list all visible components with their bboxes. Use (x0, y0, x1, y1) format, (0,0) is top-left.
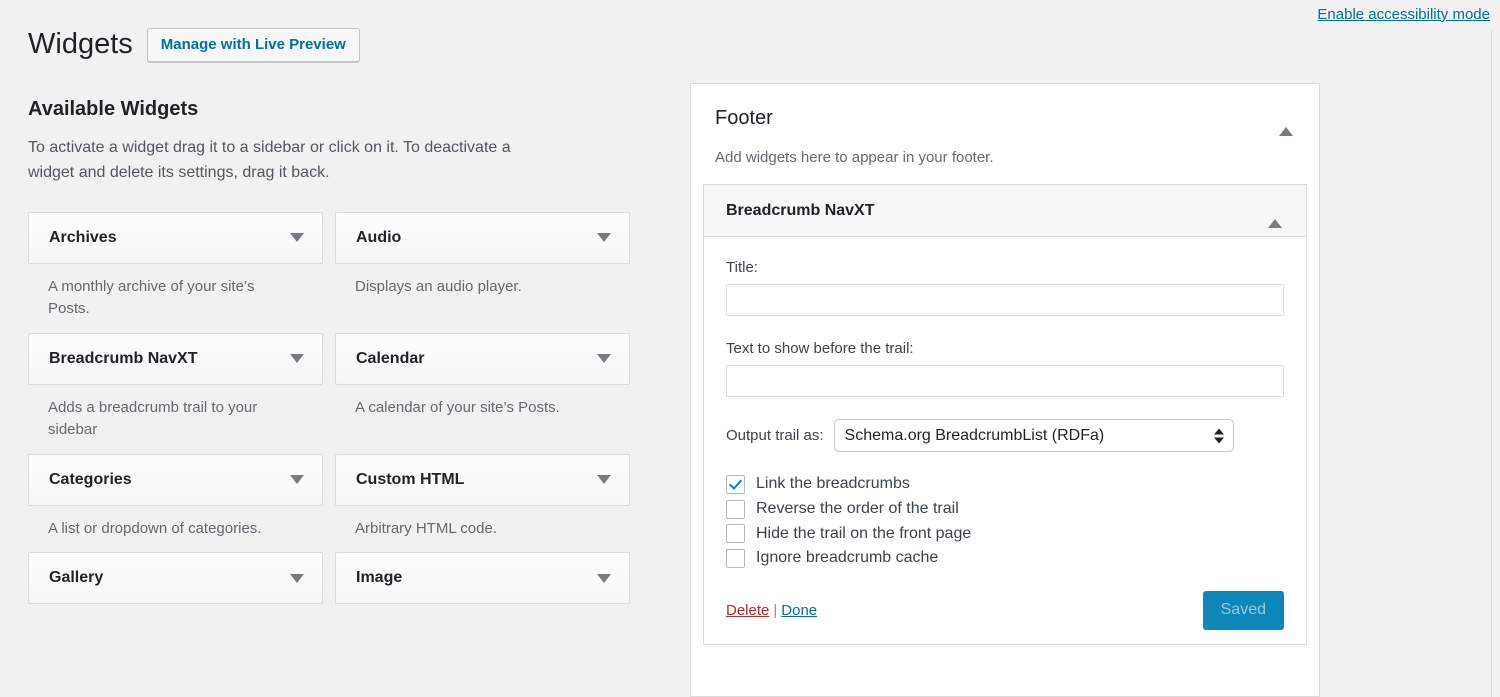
widget-title-categories: Categories (49, 471, 132, 489)
field-prefix: Text to show before the trail: (726, 338, 1284, 397)
field-title: Title: (726, 257, 1284, 316)
action-separator: | (769, 602, 781, 619)
widget-instance-breadcrumb-navxt: Breadcrumb NavXT Title: Text to show bef… (703, 184, 1307, 645)
widget-description-categories: A list or dropdown of categories. (28, 506, 318, 541)
chevron-down-icon[interactable] (597, 475, 611, 484)
chevron-down-icon[interactable] (290, 233, 304, 242)
available-widgets-description: To activate a widget drag it to a sideba… (28, 136, 528, 186)
enable-accessibility-mode-link[interactable]: Enable accessibility mode (1317, 6, 1490, 23)
widget-action-links: Delete|Done (726, 602, 817, 619)
chevron-down-icon[interactable] (597, 354, 611, 363)
chevron-down-icon[interactable] (290, 475, 304, 484)
title-input[interactable] (726, 284, 1284, 316)
sidebar-panel-title: Footer (715, 106, 773, 130)
checkbox-reverse-order[interactable] (726, 500, 745, 519)
field-output-trail: Output trail as: Schema.org BreadcrumbLi… (726, 419, 1284, 452)
field-title-label: Title: (726, 257, 1284, 278)
page-title: Widgets (28, 26, 133, 64)
available-widgets-heading: Available Widgets (28, 96, 648, 122)
checkbox-label-hide-front-page[interactable]: Hide the trail on the front page (756, 524, 971, 545)
sidebar-panel-header[interactable]: Footer (691, 84, 1319, 132)
chevron-down-icon[interactable] (290, 354, 304, 363)
checkbox-row-ignore-cache: Ignore breadcrumb cache (726, 548, 1284, 569)
field-prefix-label: Text to show before the trail: (726, 338, 1284, 359)
widget-handle-audio[interactable]: Audio (335, 212, 630, 264)
widget-description-archives: A monthly archive of your site’s Posts. (28, 264, 318, 321)
widget-handle-categories[interactable]: Categories (28, 454, 323, 506)
page-header: Widgets Manage with Live Preview (28, 26, 360, 64)
field-output-trail-label: Output trail as: (726, 427, 824, 444)
checkbox-link-breadcrumbs[interactable] (726, 475, 745, 494)
widget-title-custom-html: Custom HTML (356, 471, 464, 489)
widget-instance-body: Title: Text to show before the trail: Ou… (704, 237, 1306, 644)
accessibility-mode-wrap: Enable accessibility mode (1317, 6, 1490, 24)
widget-description-custom-html: Arbitrary HTML code. (335, 506, 625, 541)
widget-title-audio: Audio (356, 229, 401, 247)
sidebar-collapse-toggle[interactable] (1277, 106, 1295, 132)
widget-handle-gallery[interactable]: Gallery (28, 552, 323, 604)
sidebar-panel-footer: Footer Add widgets here to appear in you… (690, 83, 1320, 697)
widget-title-calendar: Calendar (356, 350, 424, 368)
chevron-up-icon (1268, 202, 1282, 228)
delete-widget-link[interactable]: Delete (726, 602, 769, 619)
widget-instance-title: Breadcrumb NavXT (726, 202, 875, 220)
widget-instance-collapse-toggle[interactable] (1266, 198, 1284, 224)
widget-actions-row: Delete|Done Saved (726, 585, 1284, 630)
stepper-arrows-icon (1214, 428, 1224, 443)
available-widgets-grid: Archives A monthly archive of your site’… (28, 212, 648, 617)
widget-options-checklist: Link the breadcrumbs Reverse the order o… (726, 474, 1284, 569)
viewport-edge-divider (1491, 30, 1492, 697)
manage-with-live-preview-button[interactable]: Manage with Live Preview (147, 28, 360, 62)
widget-title-image: Image (356, 569, 402, 587)
prefix-input[interactable] (726, 365, 1284, 397)
chevron-down-icon[interactable] (290, 574, 304, 583)
widget-title-breadcrumb-navxt: Breadcrumb NavXT (49, 350, 198, 368)
widget-description-breadcrumb-navxt: Adds a breadcrumb trail to your sidebar (28, 385, 318, 442)
output-trail-selected-value: Schema.org BreadcrumbList (RDFa) (845, 427, 1105, 445)
output-trail-select[interactable]: Schema.org BreadcrumbList (RDFa) (834, 419, 1234, 452)
widget-description-calendar: A calendar of your site’s Posts. (335, 385, 625, 420)
widget-card-archives: Archives A monthly archive of your site’… (28, 212, 323, 321)
available-widgets-column: Available Widgets To activate a widget d… (28, 96, 648, 616)
chevron-down-icon[interactable] (597, 574, 611, 583)
widget-card-custom-html: Custom HTML Arbitrary HTML code. (335, 454, 630, 541)
widget-instance-header[interactable]: Breadcrumb NavXT (704, 185, 1306, 237)
widget-card-calendar: Calendar A calendar of your site’s Posts… (335, 333, 630, 442)
checkbox-ignore-cache[interactable] (726, 549, 745, 568)
done-link[interactable]: Done (781, 602, 817, 619)
checkbox-row-link-breadcrumbs: Link the breadcrumbs (726, 474, 1284, 495)
checkbox-label-link-breadcrumbs[interactable]: Link the breadcrumbs (756, 474, 910, 495)
widget-handle-archives[interactable]: Archives (28, 212, 323, 264)
widget-title-archives: Archives (49, 229, 117, 247)
widget-description-audio: Displays an audio player. (335, 264, 625, 299)
widget-handle-image[interactable]: Image (335, 552, 630, 604)
chevron-up-icon (1279, 110, 1293, 136)
checkbox-hide-front-page[interactable] (726, 524, 745, 543)
checkbox-row-reverse-order: Reverse the order of the trail (726, 499, 1284, 520)
widget-handle-calendar[interactable]: Calendar (335, 333, 630, 385)
chevron-down-icon[interactable] (597, 233, 611, 242)
widget-handle-custom-html[interactable]: Custom HTML (335, 454, 630, 506)
widget-card-image: Image (335, 552, 630, 604)
widget-card-categories: Categories A list or dropdown of categor… (28, 454, 323, 541)
widget-card-gallery: Gallery (28, 552, 323, 604)
checkbox-label-reverse-order[interactable]: Reverse the order of the trail (756, 499, 959, 520)
save-widget-button[interactable]: Saved (1203, 591, 1284, 630)
widget-card-audio: Audio Displays an audio player. (335, 212, 630, 321)
checkbox-label-ignore-cache[interactable]: Ignore breadcrumb cache (756, 548, 938, 569)
widget-title-gallery: Gallery (49, 569, 103, 587)
checkbox-row-hide-front-page: Hide the trail on the front page (726, 524, 1284, 545)
widget-card-breadcrumb-navxt: Breadcrumb NavXT Adds a breadcrumb trail… (28, 333, 323, 442)
sidebar-panel-description: Add widgets here to appear in your foote… (715, 147, 1295, 168)
widget-handle-breadcrumb-navxt[interactable]: Breadcrumb NavXT (28, 333, 323, 385)
